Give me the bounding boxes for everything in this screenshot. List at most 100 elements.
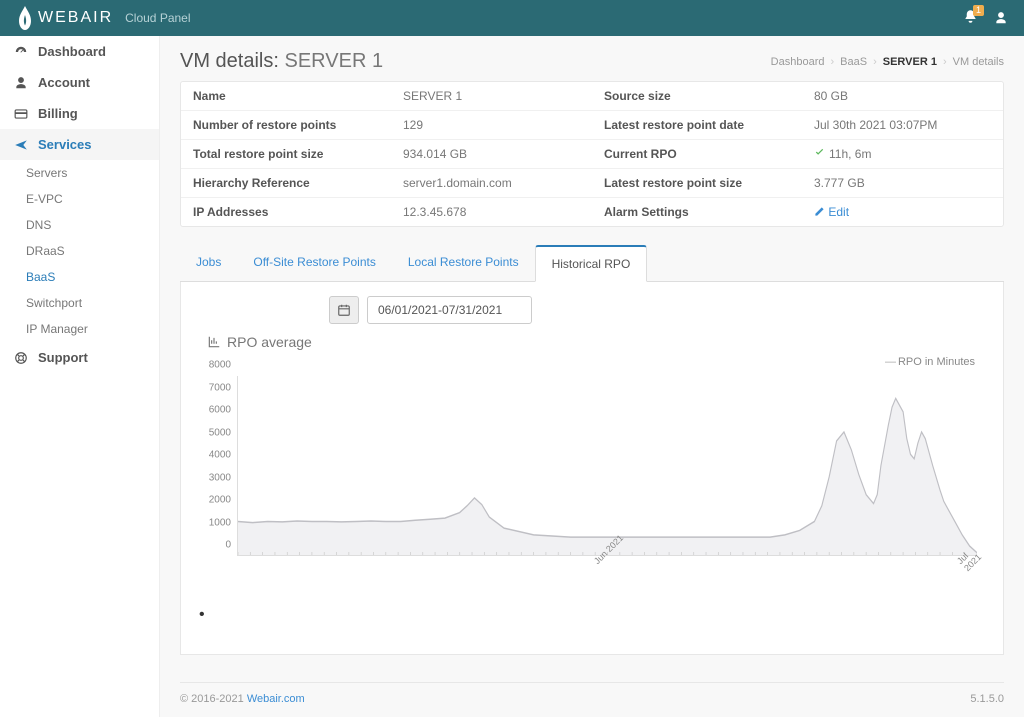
detail-label: IP Addresses: [193, 205, 403, 219]
sidebar-sub-servers[interactable]: Servers: [0, 160, 159, 186]
tabs-section: JobsOff-Site Restore PointsLocal Restore…: [180, 245, 1004, 655]
tabs: JobsOff-Site Restore PointsLocal Restore…: [180, 245, 1004, 282]
y-tick: 3000: [209, 472, 231, 483]
sidebar-item-label: Account: [38, 75, 90, 90]
y-tick: 5000: [209, 427, 231, 438]
detail-value[interactable]: Edit: [814, 205, 849, 219]
sidebar-sub-draas[interactable]: DRaaS: [0, 238, 159, 264]
breadcrumb-item: VM details: [953, 56, 1004, 68]
sidebar-item-label: Dashboard: [38, 44, 106, 59]
tab-jobs[interactable]: Jobs: [180, 245, 237, 281]
y-tick: 0: [225, 540, 231, 551]
detail-row: Alarm Settings Edit: [592, 198, 1003, 226]
calendar-icon: [337, 303, 351, 317]
footer: © 2016-2021 Webair.com 5.1.5.0: [180, 682, 1004, 717]
brand[interactable]: WEBAIR Cloud Panel: [16, 6, 191, 30]
detail-label: Current RPO: [604, 147, 814, 161]
tab-body-historical-rpo: RPO average —RPO in Minutes 010002000300…: [180, 282, 1004, 655]
detail-value: 12.3.45.678: [403, 205, 466, 219]
detail-label: Latest restore point size: [604, 176, 814, 190]
detail-row: IP Addresses12.3.45.678: [181, 198, 592, 226]
tab-historical-rpo[interactable]: Historical RPO: [535, 245, 648, 282]
detail-row: Total restore point size934.014 GB: [181, 140, 592, 169]
detail-row: Hierarchy Referenceserver1.domain.com: [181, 169, 592, 198]
y-tick: 2000: [209, 495, 231, 506]
footer-copyright: © 2016-2021 Webair.com: [180, 693, 305, 705]
tab-off-site-restore-points[interactable]: Off-Site Restore Points: [237, 245, 392, 281]
chart-title: RPO average: [207, 334, 985, 350]
y-tick: 4000: [209, 450, 231, 461]
calendar-button[interactable]: [329, 296, 359, 324]
credit-card-icon: [14, 107, 28, 121]
sidebar-item-dashboard[interactable]: Dashboard: [0, 36, 159, 67]
tab-local-restore-points[interactable]: Local Restore Points: [392, 245, 535, 281]
page-title: VM details: SERVER 1: [180, 50, 383, 73]
date-range-input[interactable]: [367, 296, 532, 324]
plane-icon: [14, 138, 28, 152]
sidebar-item-label: Services: [38, 137, 92, 152]
detail-value: 3.777 GB: [814, 176, 865, 190]
detail-value: 11h, 6m: [814, 147, 871, 161]
sidebar: Dashboard Account Billing Services Serve…: [0, 36, 160, 717]
footer-version: 5.1.5.0: [970, 693, 1004, 705]
detail-value: Jul 30th 2021 03:07PM: [814, 118, 937, 132]
dashboard-icon: [14, 45, 28, 59]
bullet-marker: •: [199, 606, 985, 624]
detail-label: Alarm Settings: [604, 205, 814, 219]
breadcrumb-item[interactable]: BaaS: [840, 56, 867, 68]
detail-value: 934.014 GB: [403, 147, 467, 161]
detail-value: SERVER 1: [403, 89, 462, 103]
life-ring-icon: [14, 351, 28, 365]
detail-label: Name: [193, 89, 403, 103]
footer-link[interactable]: Webair.com: [247, 693, 305, 705]
vm-details-card: NameSERVER 1Number of restore points129T…: [180, 81, 1004, 227]
topbar: WEBAIR Cloud Panel 1: [0, 0, 1024, 36]
sidebar-sub-switchport[interactable]: Switchport: [0, 290, 159, 316]
brand-name: WEBAIR: [38, 9, 113, 27]
notifications-button[interactable]: 1: [963, 9, 978, 27]
bell-badge: 1: [973, 5, 984, 16]
date-range-row: [329, 296, 985, 324]
y-tick: 6000: [209, 405, 231, 416]
y-tick: 7000: [209, 382, 231, 393]
detail-label: Total restore point size: [193, 147, 403, 161]
detail-value: 80 GB: [814, 89, 848, 103]
topbar-right: 1: [963, 9, 1008, 27]
sidebar-sub-e-vpc[interactable]: E-VPC: [0, 186, 159, 212]
sidebar-item-billing[interactable]: Billing: [0, 98, 159, 129]
detail-row: Current RPO11h, 6m: [592, 140, 1003, 169]
breadcrumb-item[interactable]: Dashboard: [771, 56, 825, 68]
brand-flame-icon: [16, 6, 34, 30]
sidebar-item-account[interactable]: Account: [0, 67, 159, 98]
edit-link[interactable]: Edit: [814, 205, 849, 219]
page-head: VM details: SERVER 1 Dashboard›BaaS›SERV…: [180, 50, 1004, 73]
sidebar-sub-dns[interactable]: DNS: [0, 212, 159, 238]
breadcrumb-item[interactable]: SERVER 1: [883, 56, 937, 68]
breadcrumb: Dashboard›BaaS›SERVER 1›VM details: [771, 56, 1004, 68]
detail-row: Source size80 GB: [592, 82, 1003, 111]
detail-row: Latest restore point dateJul 30th 2021 0…: [592, 111, 1003, 140]
main-content: VM details: SERVER 1 Dashboard›BaaS›SERV…: [160, 36, 1024, 717]
detail-label: Latest restore point date: [604, 118, 814, 132]
user-menu-icon[interactable]: [994, 11, 1008, 25]
y-tick: 1000: [209, 517, 231, 528]
detail-row: Number of restore points129: [181, 111, 592, 140]
sidebar-sub-ip-manager[interactable]: IP Manager: [0, 316, 159, 342]
detail-label: Source size: [604, 89, 814, 103]
detail-row: NameSERVER 1: [181, 82, 592, 111]
bar-chart-icon: [207, 335, 221, 349]
detail-label: Hierarchy Reference: [193, 176, 403, 190]
detail-label: Number of restore points: [193, 118, 403, 132]
sidebar-item-label: Support: [38, 350, 88, 365]
detail-value: 129: [403, 118, 423, 132]
sidebar-item-services[interactable]: Services: [0, 129, 159, 160]
detail-value: server1.domain.com: [403, 176, 512, 190]
server-name: SERVER 1: [285, 50, 384, 72]
sidebar-item-support[interactable]: Support: [0, 342, 159, 373]
sidebar-sub-baas[interactable]: BaaS: [0, 264, 159, 290]
brand-subtitle: Cloud Panel: [125, 11, 190, 25]
chart-area-fill: [238, 398, 977, 555]
sidebar-item-label: Billing: [38, 106, 78, 121]
check-icon: [814, 147, 825, 161]
rpo-chart: —RPO in Minutes 010002000300040005000600…: [199, 356, 985, 586]
